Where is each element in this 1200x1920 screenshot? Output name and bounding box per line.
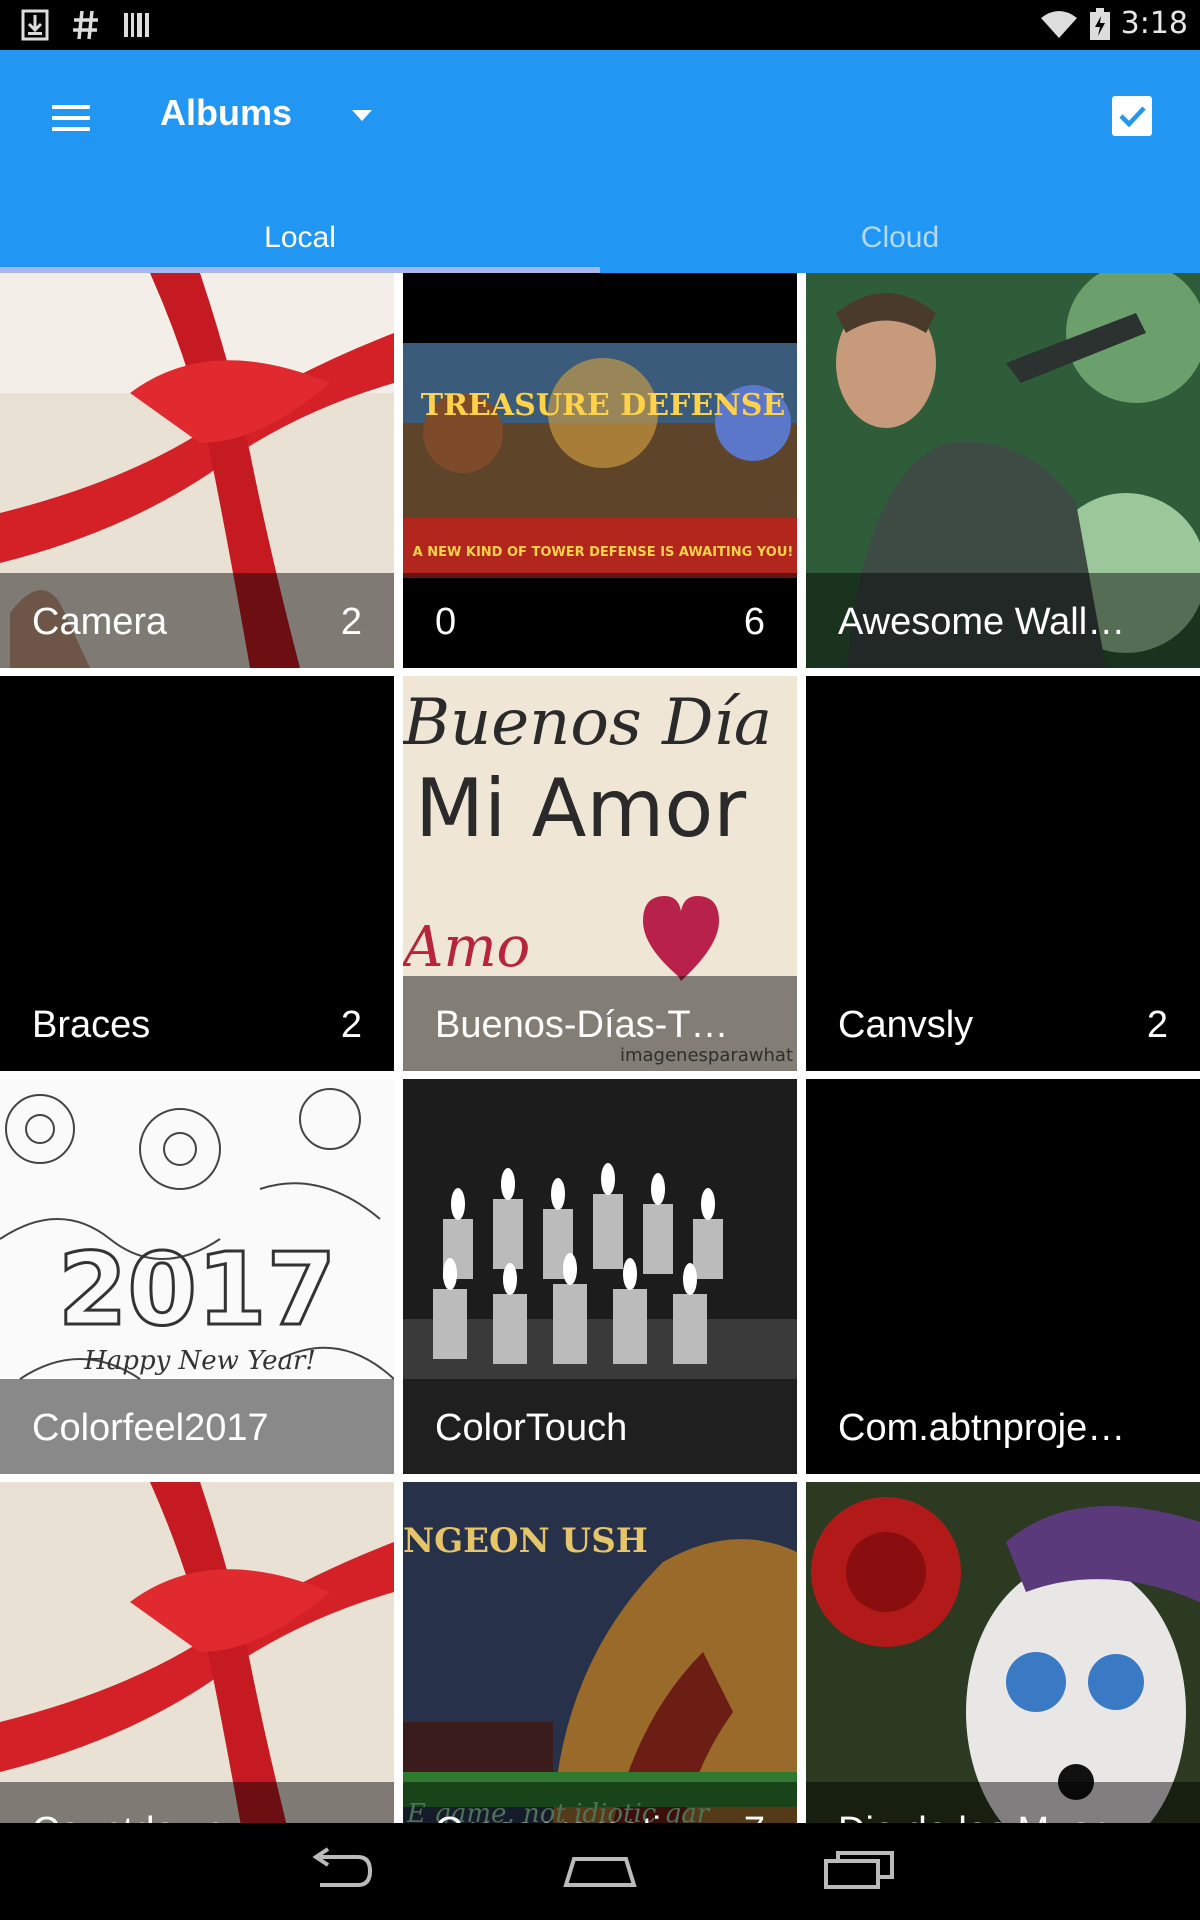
- dropdown-arrow-icon[interactable]: [350, 108, 374, 124]
- checkmark-icon: [1119, 106, 1146, 128]
- album-grid: Camera 2 TREASURE DEFENSE A NEW KIND OF …: [0, 273, 1200, 1823]
- buenos-line2-text: Mi Amor: [415, 762, 746, 855]
- album-name: 0: [435, 601, 457, 643]
- back-icon[interactable]: [300, 1843, 380, 1899]
- buenos-line3-text: Amo: [403, 915, 530, 980]
- album-name: Crossprometi…: [435, 1810, 699, 1823]
- tab-local[interactable]: Local: [0, 200, 600, 273]
- album-name: Awesome Wall…: [838, 601, 1126, 643]
- album-tile[interactable]: Braces 2: [0, 676, 394, 1071]
- album-count: 6: [743, 601, 765, 643]
- album-name: Dia de los Muer…: [838, 1810, 1142, 1823]
- gift-ribbon-thumbnail: [0, 1482, 394, 1823]
- select-checkbox-button[interactable]: [1112, 96, 1152, 136]
- home-icon[interactable]: [560, 1843, 640, 1899]
- album-name: Com.abtnproje…: [838, 1407, 1126, 1449]
- recents-icon[interactable]: [820, 1843, 900, 1899]
- barcode-icon: [124, 13, 149, 37]
- album-count: 7: [744, 1810, 765, 1823]
- treasure-tagline-text: A NEW KIND OF TOWER DEFENSE IS AWAITING …: [413, 545, 794, 560]
- dia-de-los-muertos-thumbnail: [806, 1482, 1200, 1823]
- album-tile[interactable]: Buenos Día Mi Amor Amo imagenesparawhat …: [403, 676, 797, 1071]
- dungeon-title-text: NGEON USH: [403, 1521, 648, 1561]
- album-tile[interactable]: Camera 2: [0, 273, 394, 668]
- album-tile[interactable]: Countdown: [0, 1482, 394, 1823]
- album-tile[interactable]: 2017 Happy New Year! Colorfeel2017: [0, 1079, 394, 1474]
- page-title: Albums: [160, 92, 293, 133]
- album-tile[interactable]: Awesome Wall…: [806, 273, 1200, 668]
- album-count: 2: [340, 601, 362, 643]
- album-count: 2: [1146, 1004, 1168, 1046]
- album-tile[interactable]: Canvsly 2: [806, 676, 1200, 1071]
- album-tile[interactable]: NGEON USH E game, not idiotic gar Crossp…: [403, 1482, 797, 1823]
- album-name: ColorTouch: [435, 1407, 628, 1449]
- album-caption: [403, 573, 797, 668]
- colorfeel-year-text: 2017: [58, 1231, 336, 1348]
- album-tile[interactable]: ColorTouch: [403, 1079, 797, 1474]
- album-name: Buenos-Días-T…: [435, 1004, 729, 1046]
- app-bar: Albums Local Cloud: [0, 50, 1200, 273]
- download-icon: [21, 9, 49, 41]
- clock: 3:18: [1120, 6, 1188, 41]
- album-name: Countdown: [32, 1810, 224, 1823]
- album-count: 2: [340, 1004, 362, 1046]
- colorfeel-greeting-text: Happy New Year!: [83, 1346, 316, 1376]
- tab-bar: Local Cloud: [0, 200, 1200, 273]
- album-name: Braces: [32, 1004, 151, 1046]
- battery-icon: [1089, 7, 1110, 40]
- buenos-line1-text: Buenos Día: [403, 686, 772, 760]
- album-tile[interactable]: Dia de los Muer…: [806, 1482, 1200, 1823]
- hash-icon: [73, 10, 98, 40]
- dungeon-rush-thumbnail: NGEON USH E game, not idiotic gar: [403, 1482, 797, 1823]
- album-name: Camera: [32, 601, 168, 643]
- treasure-title-text: TREASURE DEFENSE: [421, 388, 785, 423]
- menu-button[interactable]: [50, 97, 92, 139]
- wifi-icon: [1040, 10, 1077, 38]
- album-name: Canvsly: [838, 1004, 974, 1046]
- tab-cloud[interactable]: Cloud: [600, 200, 1200, 273]
- album-tile[interactable]: Com.abtnproje…: [806, 1079, 1200, 1474]
- album-tile[interactable]: TREASURE DEFENSE A NEW KIND OF TOWER DEF…: [403, 273, 797, 668]
- album-name: Colorfeel2017: [32, 1407, 269, 1449]
- navigation-bar: [0, 1823, 1200, 1920]
- status-bar: 3:18: [0, 0, 1200, 50]
